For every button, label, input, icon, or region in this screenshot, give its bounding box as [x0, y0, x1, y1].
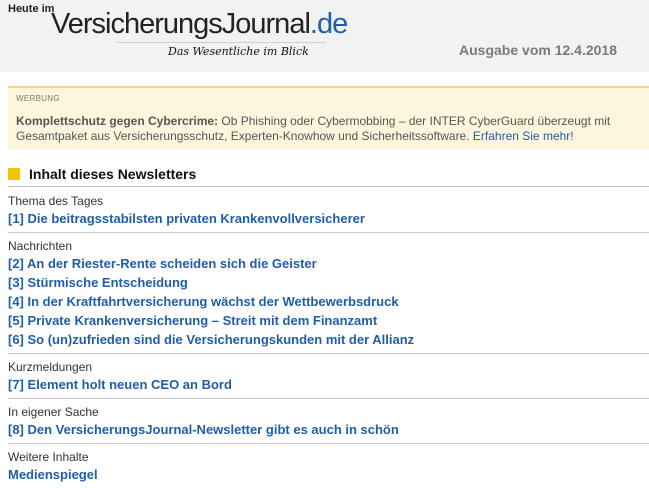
ad-link[interactable]: Erfahren Sie mehr! — [473, 129, 574, 143]
toc-section: Weitere Inhalte Medienspiegel — [8, 444, 649, 488]
article-link[interactable]: [3] Stürmische Entscheidung — [8, 273, 649, 292]
article-link[interactable]: [1] Die beitragsstabilsten privaten Kran… — [8, 209, 649, 228]
square-bullet-icon — [8, 168, 20, 180]
section-title: In eigener Sache — [8, 405, 99, 419]
newsletter-header: Heute im VersicherungsJournal.de Das Wes… — [0, 0, 649, 72]
section-title: Thema des Tages — [8, 194, 104, 208]
article-link[interactable]: [6] So (un)zufrieden sind die Versicheru… — [8, 330, 649, 349]
article-link[interactable]: [5] Private Krankenversicherung – Streit… — [8, 311, 649, 330]
article-link[interactable]: [7] Element holt neuen CEO an Bord — [8, 375, 649, 394]
article-link[interactable]: [4] In der Kraftfahrtversicherung wächst… — [8, 292, 649, 311]
toc-section: In eigener Sache [8] Den VersicherungsJou… — [8, 399, 649, 444]
logo-tld: .de — [309, 8, 348, 40]
toc-heading: Inhalt dieses Newsletters — [8, 166, 196, 182]
article-link[interactable]: Medienspiegel — [8, 465, 649, 484]
logo-heute: Heute im — [8, 3, 55, 15]
ad-headline: Komplettschutz gegen Cybercrime: — [16, 114, 219, 128]
toc-sections: Thema des Tages [1] Die beitragsstabilste… — [8, 188, 649, 488]
toc-title: Inhalt dieses Newsletters — [29, 166, 197, 182]
logo[interactable]: VersicherungsJournal.de — [51, 8, 348, 41]
logo-tagline: Das Wesentliche im Blick — [168, 45, 309, 58]
toc-section: Nachrichten [2] An der Riester-Rente sche… — [8, 233, 649, 354]
toc-section: Thema des Tages [1] Die beitragsstabilste… — [8, 188, 649, 233]
toc-divider — [8, 186, 649, 187]
article-link[interactable]: [2] An der Riester-Rente scheiden sich d… — [8, 254, 649, 273]
issue-date: Ausgabe vom 12.4.2018 — [459, 42, 617, 58]
logo-name: VersicherungsJournal — [51, 8, 311, 40]
advertisement-box: WERBUNG Komplettschutz gegen Cybercrime:… — [8, 86, 649, 149]
ad-text: Komplettschutz gegen Cybercrime: Ob Phis… — [16, 114, 641, 144]
section-title: Kurzmeldungen — [8, 360, 93, 374]
logo-divider — [116, 42, 326, 43]
article-link[interactable]: [8] Den VersicherungsJournal-Newsletter … — [8, 420, 649, 439]
ad-label: WERBUNG — [16, 94, 60, 103]
section-title: Nachrichten — [8, 239, 73, 253]
toc-section: Kurzmeldungen [7] Element holt neuen CEO … — [8, 354, 649, 399]
section-title: Weitere Inhalte — [8, 450, 89, 464]
